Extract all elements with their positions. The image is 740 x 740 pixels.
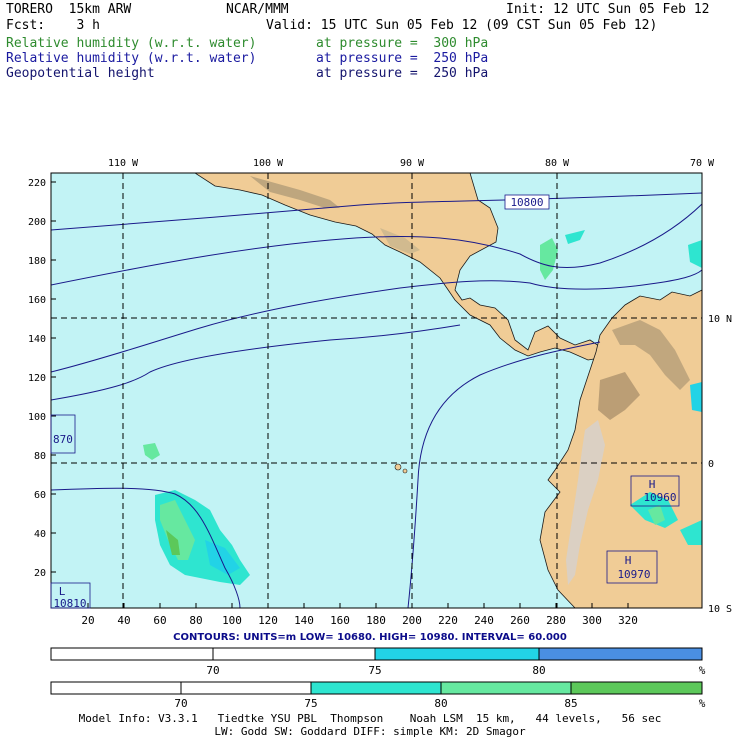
high-center-1-value: 10960 [643, 491, 676, 504]
colorbar-2-swatch-80-85 [440, 681, 572, 695]
y-tick-40: 40 [34, 529, 46, 540]
contours-info: CONTOURS: UNITS=m LOW= 10680. HIGH= 1098… [173, 632, 567, 643]
high-center-2-letter: H [625, 554, 632, 567]
lon-label-80w: 80 W [545, 158, 570, 169]
lat-label-0: 0 [708, 459, 714, 470]
y-tick-180: 180 [28, 256, 46, 267]
low-center-value: 10810 [53, 597, 86, 610]
x-tick-20: 20 [81, 614, 94, 627]
y-tick-120: 120 [28, 373, 46, 384]
lat-label-10s: 10 S [708, 604, 732, 615]
y-tick-200: 200 [28, 217, 46, 228]
x-tick-240: 240 [474, 614, 494, 627]
x-tick-40: 40 [117, 614, 130, 627]
x-tick-120: 120 [258, 614, 278, 627]
colorbar-2-unit: % [699, 697, 706, 710]
colorbar-rh-300: 70 75 80 85 % [50, 681, 706, 710]
lon-label-70w: 70 W [690, 158, 715, 169]
weather-map: 220 200 180 160 140 120 100 80 60 40 20 … [28, 158, 732, 627]
colorbar-1-swatch-75-80 [374, 647, 540, 661]
colorbar-1-swatch-80-plus [538, 647, 703, 661]
galapagos-islands [394, 463, 402, 471]
y-tick-20: 20 [34, 568, 46, 579]
colorbar-2-tick-70: 70 [174, 697, 187, 710]
x-tick-220: 220 [438, 614, 458, 627]
colorbar-2-swatch-85-plus [570, 681, 703, 695]
y-tick-80: 80 [34, 451, 46, 462]
x-tick-260: 260 [510, 614, 530, 627]
x-tick-140: 140 [294, 614, 314, 627]
high-center-2-value: 10970 [617, 568, 650, 581]
colorbar-rh-250: 70 75 80 % [50, 647, 706, 677]
x-tick-100: 100 [222, 614, 242, 627]
lon-label-110w: 110 W [108, 158, 139, 169]
x-tick-180: 180 [366, 614, 386, 627]
x-tick-280: 280 [546, 614, 566, 627]
contour-label-870: 870 [53, 433, 73, 446]
x-tick-320: 320 [618, 614, 638, 627]
lat-label-10n: 10 N [708, 314, 732, 325]
model-info-line-1: Model Info: V3.3.1 Tiedtke YSU PBL Thomp… [78, 712, 662, 725]
colorbar-1-unit: % [699, 664, 706, 677]
colorbar-1-tick-75: 75 [368, 664, 381, 677]
x-tick-60: 60 [153, 614, 166, 627]
y-tick-100: 100 [28, 412, 46, 423]
high-center-1-letter: H [649, 478, 656, 491]
contour-label-10800: 10800 [510, 196, 543, 209]
colorbar-2-swatch-75-80 [310, 681, 442, 695]
colorbar-1-tick-80: 80 [532, 664, 545, 677]
y-tick-60: 60 [34, 490, 46, 501]
y-tick-140: 140 [28, 334, 46, 345]
y-tick-220: 220 [28, 178, 46, 189]
x-tick-160: 160 [330, 614, 350, 627]
x-tick-300: 300 [582, 614, 602, 627]
colorbar-2-tick-75: 75 [304, 697, 317, 710]
colorbar-2-tick-80: 80 [434, 697, 447, 710]
colorbar-1-tick-70: 70 [206, 664, 219, 677]
x-tick-200: 200 [402, 614, 422, 627]
x-tick-80: 80 [189, 614, 202, 627]
colorbar-2-tick-85: 85 [564, 697, 577, 710]
model-info-line-2: LW: Godd SW: Goddard DIFF: simple KM: 2D… [214, 725, 526, 738]
lon-label-100w: 100 W [253, 158, 284, 169]
y-tick-160: 160 [28, 295, 46, 306]
lon-label-90w: 90 W [400, 158, 425, 169]
